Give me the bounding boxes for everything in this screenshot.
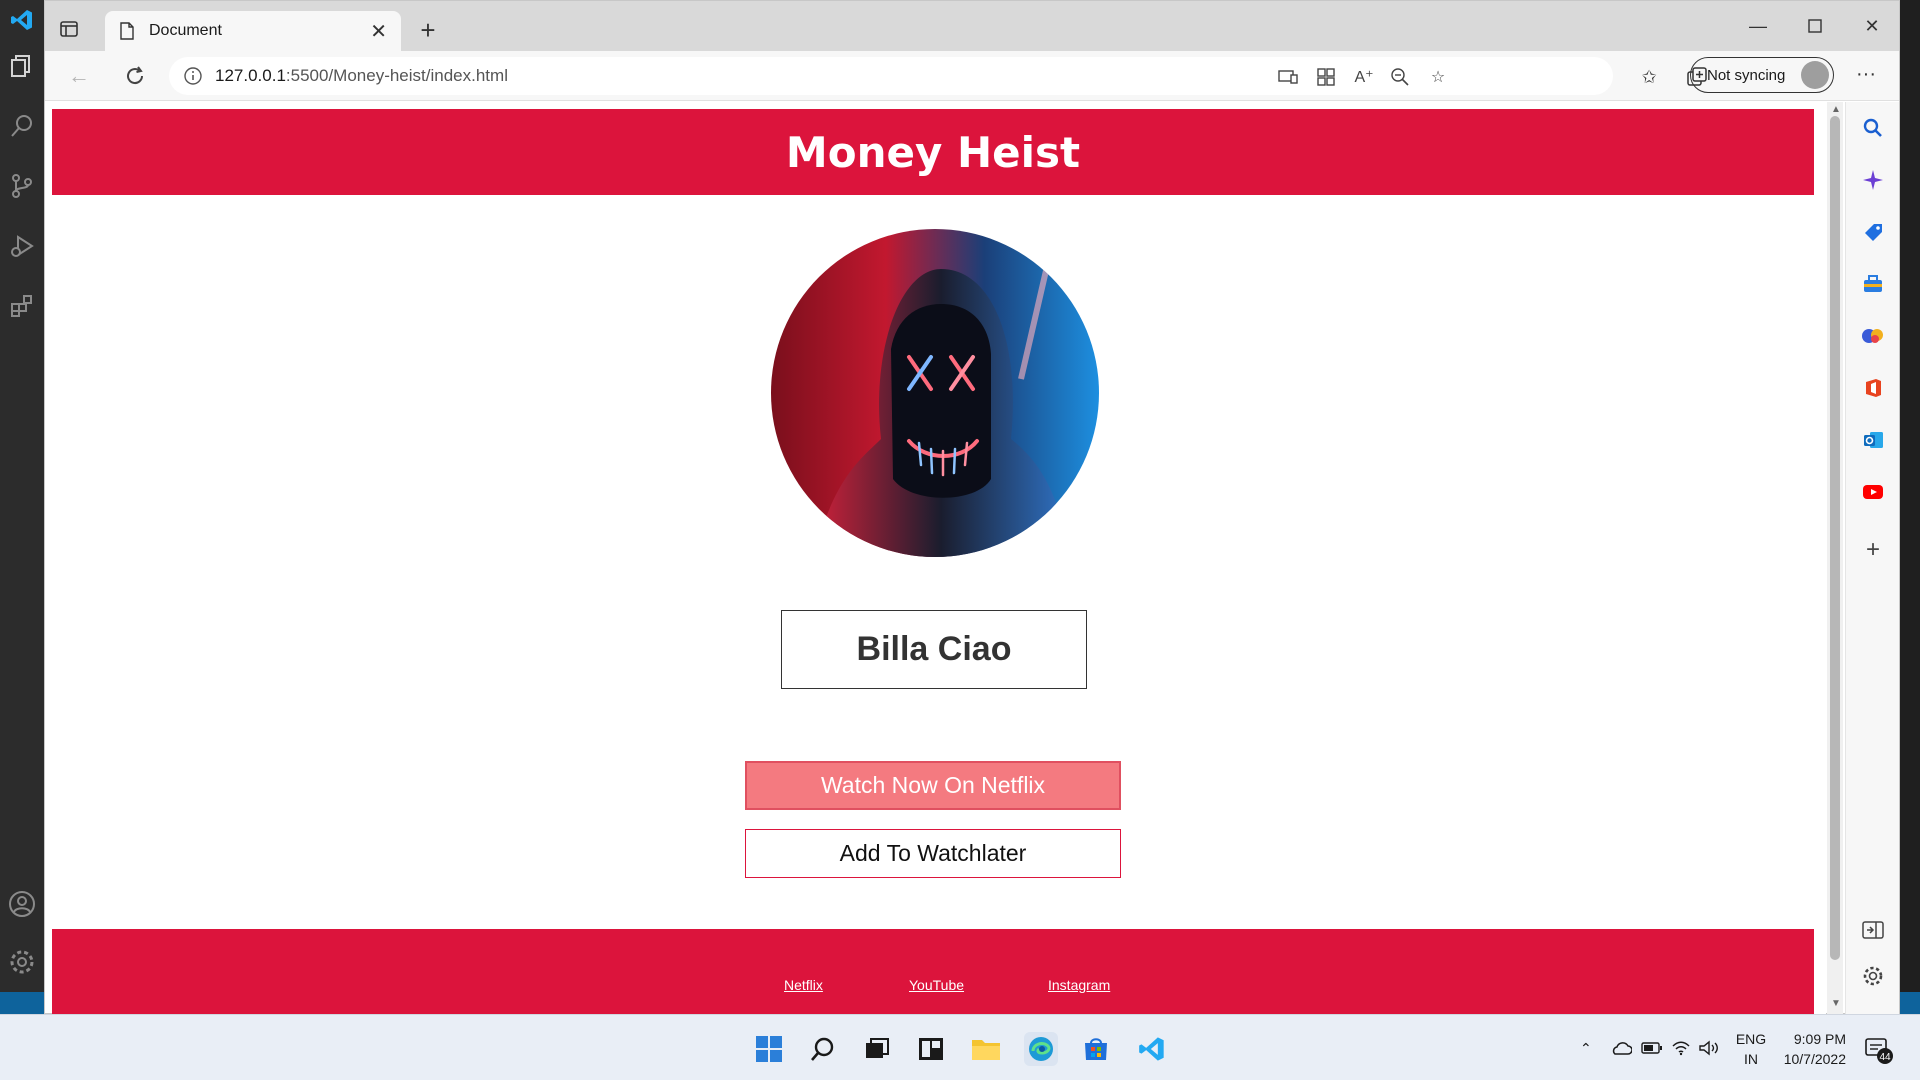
- footer-link-instagram[interactable]: Instagram: [1048, 977, 1110, 993]
- sidebar-hide-icon[interactable]: [1861, 918, 1885, 942]
- add-favorite-icon[interactable]: ☆: [1427, 66, 1449, 88]
- minimize-icon[interactable]: —: [1735, 13, 1781, 39]
- scroll-up-icon[interactable]: ▲: [1831, 104, 1841, 115]
- more-menu-icon[interactable]: ···: [1851, 63, 1881, 87]
- footer-link-netflix[interactable]: Netflix: [784, 977, 823, 993]
- battery-icon: [1641, 1015, 1663, 1080]
- notification-icon[interactable]: 44: [1864, 1035, 1894, 1065]
- edge-sidebar: +: [1845, 102, 1899, 1014]
- sidebar-shopping-icon[interactable]: [1861, 220, 1885, 244]
- sidebar-games-icon[interactable]: [1861, 324, 1885, 348]
- vscode-logo-icon: [11, 10, 32, 30]
- task-view-icon[interactable]: [860, 1032, 894, 1066]
- page-scrollbar[interactable]: ▲ ▼: [1827, 102, 1843, 1014]
- sidebar-search-icon[interactable]: [1861, 116, 1885, 140]
- watch-now-button[interactable]: Watch Now On Netflix: [745, 761, 1121, 810]
- read-aloud-icon[interactable]: A⁺: [1353, 66, 1375, 88]
- scrollbar-thumb[interactable]: [1830, 116, 1840, 960]
- favorites-icon[interactable]: ✩: [1637, 65, 1661, 89]
- vscode-activity-bar: [0, 0, 44, 1010]
- document-icon: [120, 22, 134, 40]
- url-host: 127.0.0.1: [215, 66, 286, 85]
- sidebar-tools-icon[interactable]: [1861, 272, 1885, 296]
- tab-strip: Document ✕ + — ✕: [45, 1, 1899, 51]
- sidebar-youtube-icon[interactable]: [1861, 480, 1885, 504]
- clock-date: 10/7/2022: [1783, 1051, 1846, 1067]
- refresh-icon[interactable]: [121, 62, 149, 90]
- taskbar-search-icon[interactable]: [806, 1032, 840, 1066]
- tab-title: Document: [149, 22, 222, 39]
- sync-profile-button[interactable]: Not syncing: [1690, 57, 1834, 93]
- windows-taskbar: ⌃ ENG IN 9:09 PM 10/7/2022 44: [0, 1014, 1920, 1080]
- clock-time: 9:09 PM: [1793, 1031, 1846, 1047]
- maximize-icon[interactable]: [1792, 13, 1838, 39]
- tab-close-icon[interactable]: ✕: [370, 19, 387, 44]
- widgets-icon[interactable]: [914, 1032, 948, 1066]
- hooded-mask-image: [771, 229, 1099, 557]
- footer-link-youtube[interactable]: YouTube: [909, 977, 964, 993]
- zoom-out-icon[interactable]: [1389, 66, 1411, 88]
- sidebar-outlook-icon[interactable]: [1861, 428, 1885, 452]
- close-window-icon[interactable]: ✕: [1849, 13, 1895, 39]
- sidebar-settings-gear-icon[interactable]: [1861, 964, 1885, 988]
- scroll-down-icon[interactable]: ▼: [1831, 998, 1841, 1009]
- accounts-icon[interactable]: [8, 890, 36, 918]
- sync-label: Not syncing: [1707, 66, 1786, 84]
- show-hidden-icons-icon[interactable]: ⌃: [1580, 1015, 1592, 1080]
- site-header: Money Heist: [52, 109, 1814, 195]
- sidebar-office-icon[interactable]: [1861, 376, 1885, 400]
- source-control-icon[interactable]: [8, 172, 36, 200]
- region-code: IN: [1744, 1051, 1758, 1067]
- sidebar-discover-icon[interactable]: [1861, 168, 1885, 192]
- clock[interactable]: 9:09 PM 10/7/2022: [1776, 1029, 1846, 1069]
- site-info-icon[interactable]: [183, 66, 203, 86]
- vscode-taskbar-icon[interactable]: [1135, 1032, 1169, 1066]
- new-tab-button[interactable]: +: [413, 15, 443, 45]
- song-title-box: Billa Ciao: [781, 610, 1087, 689]
- page-viewport: Money Heist Billa Ciao Watch Now On Netf…: [52, 102, 1826, 1014]
- wifi-icon[interactable]: [1671, 1015, 1691, 1080]
- app-available-icon[interactable]: [1277, 66, 1299, 88]
- onedrive-cloud-icon[interactable]: [1610, 1015, 1632, 1080]
- browser-window: Document ✕ + — ✕ ← 127.0.0.1:5500/Money-…: [44, 0, 1900, 1014]
- add-watchlater-button[interactable]: Add To Watchlater: [745, 829, 1121, 878]
- page-title: Money Heist: [785, 127, 1081, 177]
- tab-actions-icon[interactable]: [59, 19, 79, 39]
- extensions-icon[interactable]: [8, 292, 36, 320]
- notification-count: 44: [1879, 1052, 1891, 1063]
- lang-code: ENG: [1735, 1031, 1767, 1047]
- search-icon[interactable]: [8, 112, 36, 140]
- address-bar[interactable]: 127.0.0.1:5500/Money-heist/index.html A⁺…: [169, 57, 1613, 95]
- browser-toolbar: ← 127.0.0.1:5500/Money-heist/index.html …: [45, 51, 1899, 101]
- vscode-right-edge: [1900, 0, 1920, 1010]
- explorer-icon[interactable]: [8, 52, 36, 80]
- back-arrow-icon[interactable]: ←: [65, 62, 93, 90]
- run-debug-icon[interactable]: [8, 232, 36, 260]
- start-windows-icon[interactable]: [752, 1032, 786, 1066]
- site-footer: Netflix YouTube Instagram: [52, 929, 1814, 1014]
- store-icon[interactable]: [1079, 1032, 1113, 1066]
- profile-avatar: [1801, 61, 1829, 89]
- language-indicator[interactable]: ENG IN: [1734, 1029, 1768, 1069]
- tab-document[interactable]: Document ✕: [105, 11, 401, 51]
- sidebar-add-icon[interactable]: +: [1861, 536, 1885, 563]
- url-path: :5500/Money-heist/index.html: [285, 66, 508, 85]
- volume-icon[interactable]: [1698, 1015, 1720, 1080]
- browser-essentials-icon[interactable]: [1315, 66, 1337, 88]
- manage-gear-icon[interactable]: [8, 948, 36, 976]
- file-explorer-icon[interactable]: [969, 1032, 1003, 1066]
- edge-browser-icon[interactable]: [1024, 1032, 1058, 1066]
